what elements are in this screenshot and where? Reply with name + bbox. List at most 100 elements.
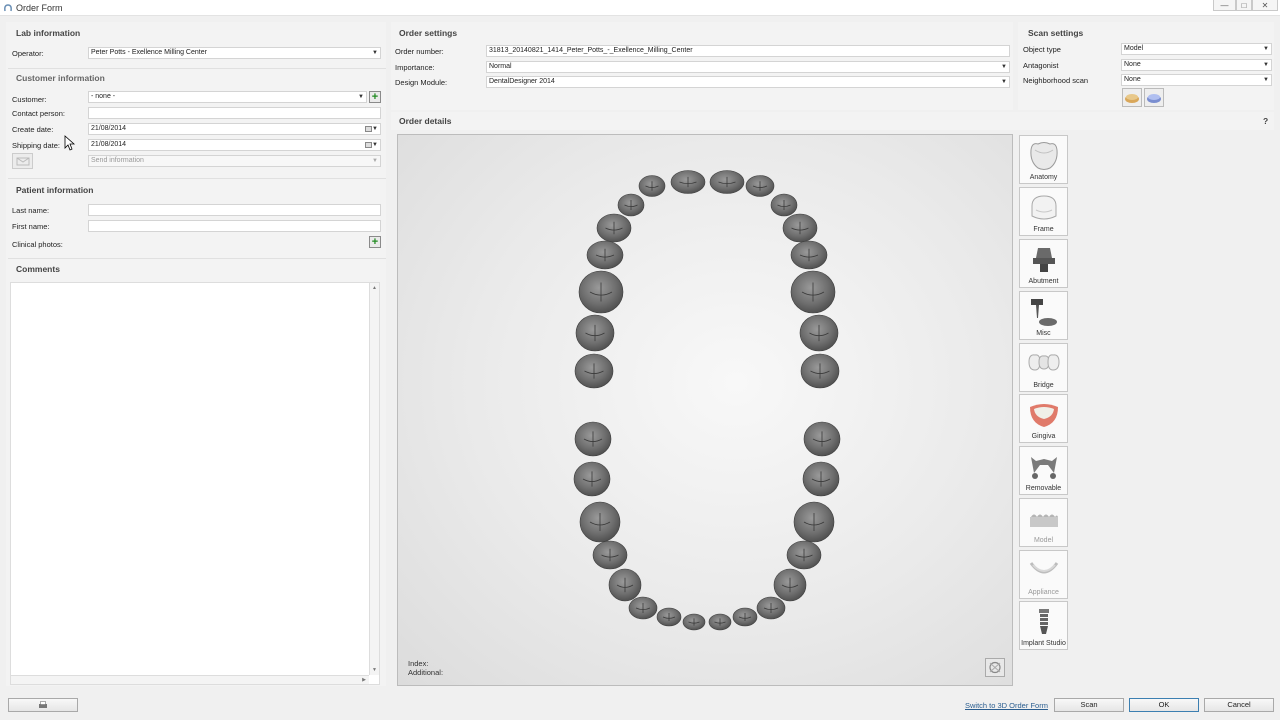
tooth[interactable] xyxy=(790,240,828,270)
scan-option-button-1[interactable] xyxy=(1122,88,1142,107)
tooth[interactable] xyxy=(745,175,775,197)
bridge-button[interactable]: Bridge xyxy=(1019,343,1068,392)
antagonist-select[interactable]: None ▼ xyxy=(1121,59,1272,71)
help-button[interactable]: ? xyxy=(1263,116,1268,126)
contact-person-field[interactable] xyxy=(88,107,381,119)
tooth[interactable] xyxy=(574,421,612,457)
printer-icon xyxy=(39,701,47,708)
index-label: Index: xyxy=(408,659,429,668)
tooth[interactable] xyxy=(670,170,706,194)
shipping-date-value: 21/08/2014 xyxy=(91,141,127,148)
implant-icon xyxy=(1039,609,1049,634)
tooth[interactable] xyxy=(709,170,745,194)
first-name-field[interactable] xyxy=(88,220,381,232)
design-module-select[interactable]: DentalDesigner 2014 ▼ xyxy=(486,76,1010,88)
calendar-icon xyxy=(365,126,372,132)
switch-to-3d-link[interactable]: Switch to 3D Order Form xyxy=(965,701,1048,710)
object-type-value: Model xyxy=(1124,45,1144,52)
tooth[interactable] xyxy=(638,175,666,197)
tooth[interactable] xyxy=(656,607,682,627)
implant-studio-button[interactable]: Implant Studio xyxy=(1019,601,1068,650)
send-information-select[interactable]: Send information ▼ xyxy=(88,155,381,167)
tooth[interactable] xyxy=(793,501,835,543)
print-button[interactable] xyxy=(8,698,78,712)
neighborhood-scan-select[interactable]: None ▼ xyxy=(1121,74,1272,86)
tooth[interactable] xyxy=(586,240,624,270)
customer-select[interactable]: - none - ▼ xyxy=(88,91,367,103)
removable-button[interactable]: Removable xyxy=(1019,446,1068,495)
chevron-down-icon: ▼ xyxy=(1001,64,1007,70)
gingiva-button[interactable]: Gingiva xyxy=(1019,394,1068,443)
tooth[interactable] xyxy=(800,353,840,389)
button-label: Bridge xyxy=(1033,382,1054,389)
cancel-button[interactable]: Cancel xyxy=(1204,698,1274,712)
tooth[interactable] xyxy=(782,213,818,243)
tooth[interactable] xyxy=(578,270,624,314)
tooth[interactable] xyxy=(617,193,645,217)
tooth[interactable] xyxy=(802,461,840,497)
tooth[interactable] xyxy=(575,314,615,352)
view-toggle-button[interactable] xyxy=(985,658,1005,677)
tooth[interactable] xyxy=(786,540,822,570)
tooth[interactable] xyxy=(799,314,839,352)
stone-model-icon xyxy=(1125,94,1139,103)
object-type-select[interactable]: Model ▼ xyxy=(1121,43,1272,55)
coping-icon xyxy=(1031,195,1057,220)
ok-button[interactable]: OK xyxy=(1129,698,1199,712)
create-date-picker[interactable]: 21/08/2014 ▼ xyxy=(88,123,381,135)
maximize-button[interactable]: □ xyxy=(1236,0,1252,11)
comments-textarea[interactable] xyxy=(10,282,380,685)
create-date-value: 21/08/2014 xyxy=(91,125,127,132)
tooth[interactable] xyxy=(773,568,807,602)
close-window-button[interactable]: ✕ xyxy=(1252,0,1278,11)
tooth[interactable] xyxy=(573,461,611,497)
tooth[interactable] xyxy=(756,596,786,620)
tooth[interactable] xyxy=(708,613,732,631)
tooth[interactable] xyxy=(592,540,628,570)
tooth[interactable] xyxy=(579,501,621,543)
scan-button[interactable]: Scan xyxy=(1054,698,1124,712)
divider xyxy=(8,258,386,259)
add-clinical-photo-button[interactable]: + xyxy=(369,236,381,248)
shipping-date-picker[interactable]: 21/08/2014 ▼ xyxy=(88,139,381,151)
plus-icon: + xyxy=(371,91,379,103)
order-number-field[interactable]: 31813_20140821_1414_Peter_Potts_-_Exelle… xyxy=(486,45,1010,57)
appliance-button[interactable]: Appliance xyxy=(1019,550,1068,599)
tooth[interactable] xyxy=(628,596,658,620)
operator-select[interactable]: Peter Potts - Exellence Milling Center ▼ xyxy=(88,47,381,59)
additional-label: Additional: xyxy=(408,668,444,677)
tooth[interactable] xyxy=(770,193,798,217)
scan-option-button-2[interactable] xyxy=(1144,88,1164,107)
tooth[interactable] xyxy=(790,270,836,314)
anatomy-button[interactable]: Anatomy xyxy=(1019,135,1068,184)
tooth[interactable] xyxy=(803,421,841,457)
shipping-date-label: Shipping date: xyxy=(12,141,60,150)
send-button[interactable] xyxy=(12,153,33,169)
misc-button[interactable]: Misc xyxy=(1019,291,1068,340)
design-module-label: Design Module: xyxy=(395,78,448,87)
tooth[interactable] xyxy=(608,568,642,602)
contact-person-label: Contact person: xyxy=(12,109,65,118)
calendar-icon xyxy=(365,142,372,148)
impression-icon xyxy=(1147,94,1161,103)
customer-value: - none - xyxy=(91,93,116,100)
create-date-label: Create date: xyxy=(12,125,54,134)
model-button[interactable]: Model xyxy=(1019,498,1068,547)
chevron-down-icon: ▼ xyxy=(372,126,378,132)
last-name-field[interactable] xyxy=(88,204,381,216)
tooth[interactable] xyxy=(596,213,632,243)
object-type-label: Object type xyxy=(1023,45,1061,54)
minimize-button[interactable]: — xyxy=(1213,0,1236,11)
tooth[interactable] xyxy=(682,613,706,631)
tooth[interactable] xyxy=(574,353,614,389)
abutment-icon xyxy=(1033,248,1055,272)
comments-vertical-scrollbar[interactable]: ▲ ▼ xyxy=(369,283,379,675)
scan-settings-header: Scan settings xyxy=(1028,28,1084,38)
patient-info-header: Patient information xyxy=(16,185,94,195)
comments-horizontal-scrollbar[interactable]: ▶ xyxy=(11,675,369,684)
importance-select[interactable]: Normal ▼ xyxy=(486,61,1010,73)
tooth[interactable] xyxy=(732,607,758,627)
frame-button[interactable]: Frame xyxy=(1019,187,1068,236)
add-customer-button[interactable]: + xyxy=(369,91,381,103)
abutment-button[interactable]: Abutment xyxy=(1019,239,1068,288)
